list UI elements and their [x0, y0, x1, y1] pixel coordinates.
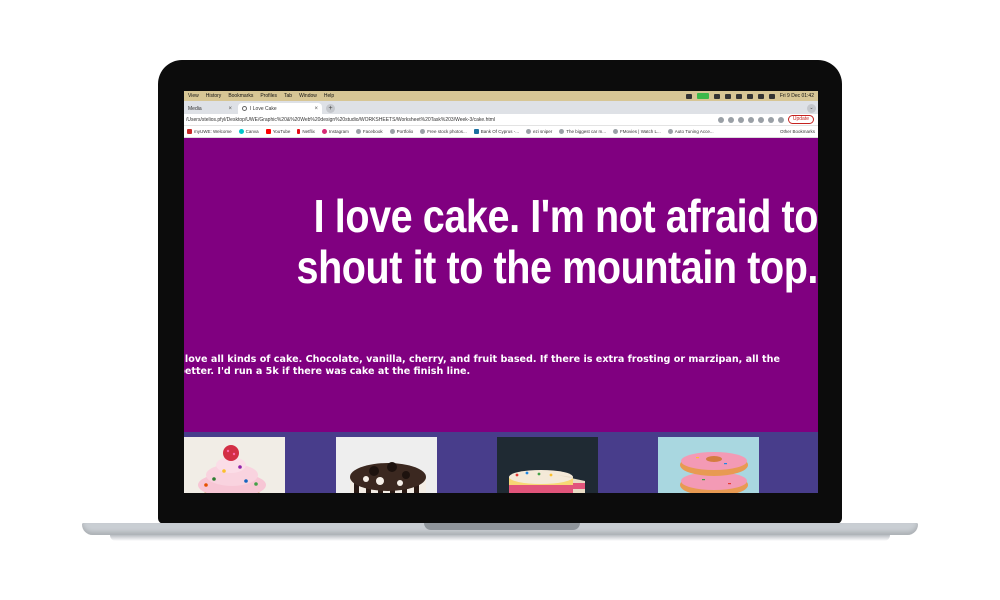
bookmark-biggest-car[interactable]: The biggest car m... — [559, 129, 606, 134]
status-area: Fri 9 Dec 01:42 — [685, 93, 818, 99]
donuts-image — [658, 437, 759, 493]
bookmark-instagram[interactable]: Instagram — [321, 129, 349, 134]
bookmark-other-folder[interactable]: Other Bookmarks — [780, 129, 818, 134]
laptop-notch — [424, 523, 580, 530]
bookmarks-bar: myUWE: Welcome Canva YouTube Netflix Ins… — [184, 126, 818, 138]
bookmark-label: Bank Of Cyprus -... — [480, 129, 519, 134]
bookmark-icon — [297, 129, 301, 134]
star-icon[interactable] — [727, 116, 734, 123]
bookmark-ezi-sniper[interactable]: ezi sniper — [525, 129, 553, 134]
bookmark-facebook[interactable]: Facebook — [355, 129, 383, 134]
menu-profiles[interactable]: Profiles — [260, 93, 277, 99]
tab-strip: Media × I Love Cake × + ⌄ — [184, 101, 818, 114]
bookmark-label: Netflix — [302, 129, 315, 134]
extension-icon[interactable] — [747, 116, 754, 123]
bookmark-label: Canva — [245, 129, 259, 134]
status-icon[interactable] — [724, 93, 731, 99]
share-icon[interactable] — [717, 116, 724, 123]
bookmark-icon — [187, 129, 192, 134]
close-icon[interactable]: × — [228, 106, 232, 112]
bookmark-label: Facebook — [362, 129, 383, 134]
menu-tab[interactable]: Tab — [284, 93, 292, 99]
tab-media[interactable]: Media × — [184, 103, 236, 114]
bookmark-icon — [265, 129, 271, 134]
page-paragraph: I love all kinds of cake. Chocolate, van… — [184, 354, 780, 377]
bookmark-free-stock-photos[interactable]: Free stock photos... — [420, 129, 467, 134]
tab-i-love-cake[interactable]: I Love Cake × — [238, 103, 322, 114]
bookmark-canva[interactable]: Canva — [238, 129, 259, 134]
battery-icon[interactable] — [735, 93, 742, 99]
bookmark-icon — [473, 129, 479, 134]
menu-history[interactable]: History — [206, 93, 222, 99]
tab-label: I Love Cake — [250, 105, 277, 112]
bookmark-label: Portfolio — [396, 129, 414, 134]
laptop-screen: View History Bookmarks Profiles Tab Wind… — [184, 91, 818, 493]
wifi-icon[interactable] — [746, 93, 753, 99]
layered-cake-image — [497, 437, 598, 493]
close-icon[interactable]: × — [314, 106, 318, 112]
tab-search-button[interactable]: ⌄ — [807, 104, 816, 113]
bookmark-icon — [389, 129, 395, 134]
bookmark-icon — [355, 129, 361, 134]
bookmark-icon — [238, 129, 244, 134]
page-content: I love cake. I'm not afraid to shout it … — [184, 138, 818, 493]
chocolate-cake-image — [336, 437, 437, 493]
new-tab-button[interactable]: + — [326, 104, 335, 113]
status-icon[interactable] — [685, 93, 692, 99]
cake-gallery — [184, 432, 818, 493]
sidebar-icon[interactable] — [767, 116, 774, 123]
bookmark-icon — [321, 129, 327, 134]
bookmark-netflix[interactable]: Netflix — [297, 129, 315, 134]
clock[interactable]: Fri 9 Dec 01:42 — [780, 93, 814, 99]
bookmark-auto-tuning[interactable]: Auto Tuning Acce... — [667, 129, 714, 134]
mac-menubar: View History Bookmarks Profiles Tab Wind… — [184, 91, 818, 101]
bookmark-icon — [613, 129, 619, 134]
control-center-icon[interactable] — [768, 93, 775, 99]
bookmark-fmovies[interactable]: FMovies | Watch L... — [613, 129, 661, 134]
bookmark-icon — [420, 129, 426, 134]
camera-icon[interactable] — [696, 93, 709, 99]
menu-window[interactable]: Window — [299, 93, 317, 99]
extension-icon[interactable] — [737, 116, 744, 123]
toolbar-icons: Update — [717, 115, 818, 124]
puzzle-icon[interactable] — [757, 116, 764, 123]
page-headline: I love cake. I'm not afraid to shout it … — [296, 190, 818, 293]
bookmark-label: Auto Tuning Acce... — [674, 129, 714, 134]
menu-bookmarks[interactable]: Bookmarks — [228, 93, 253, 99]
bookmark-icon — [559, 129, 565, 134]
bookmark-youtube[interactable]: YouTube — [265, 129, 291, 134]
cupcake-image — [184, 437, 285, 493]
bookmark-bank-of-cyprus[interactable]: Bank Of Cyprus -... — [473, 129, 519, 134]
status-icon[interactable] — [713, 93, 720, 99]
bookmark-icon — [667, 129, 673, 134]
bookmark-myuwe[interactable]: myUWE: Welcome — [187, 129, 232, 134]
bookmark-label: Instagram — [328, 129, 349, 134]
address-bar: /Users/stelios.pfyl/Desktop/UWE/Graphic%… — [184, 114, 818, 126]
bookmark-label: FMovies | Watch L... — [620, 129, 661, 134]
bookmark-portfolio[interactable]: Portfolio — [389, 129, 414, 134]
laptop-shadow — [110, 535, 890, 541]
bookmark-label: ezi sniper — [532, 129, 553, 134]
menu-view[interactable]: View — [188, 93, 199, 99]
bookmark-icon — [525, 129, 531, 134]
tab-label: Media — [188, 105, 202, 112]
bookmark-label: Free stock photos... — [427, 129, 467, 134]
globe-icon — [242, 106, 247, 111]
menu-help[interactable]: Help — [324, 93, 334, 99]
bookmark-label: The biggest car m... — [566, 129, 607, 134]
bookmark-label: myUWE: Welcome — [194, 129, 232, 134]
update-button[interactable]: Update — [787, 115, 814, 124]
search-icon[interactable] — [757, 93, 764, 99]
url-field[interactable]: /Users/stelios.pfyl/Desktop/UWE/Graphic%… — [186, 117, 495, 123]
bookmark-label: YouTube — [272, 129, 291, 134]
profile-avatar[interactable] — [777, 116, 784, 123]
